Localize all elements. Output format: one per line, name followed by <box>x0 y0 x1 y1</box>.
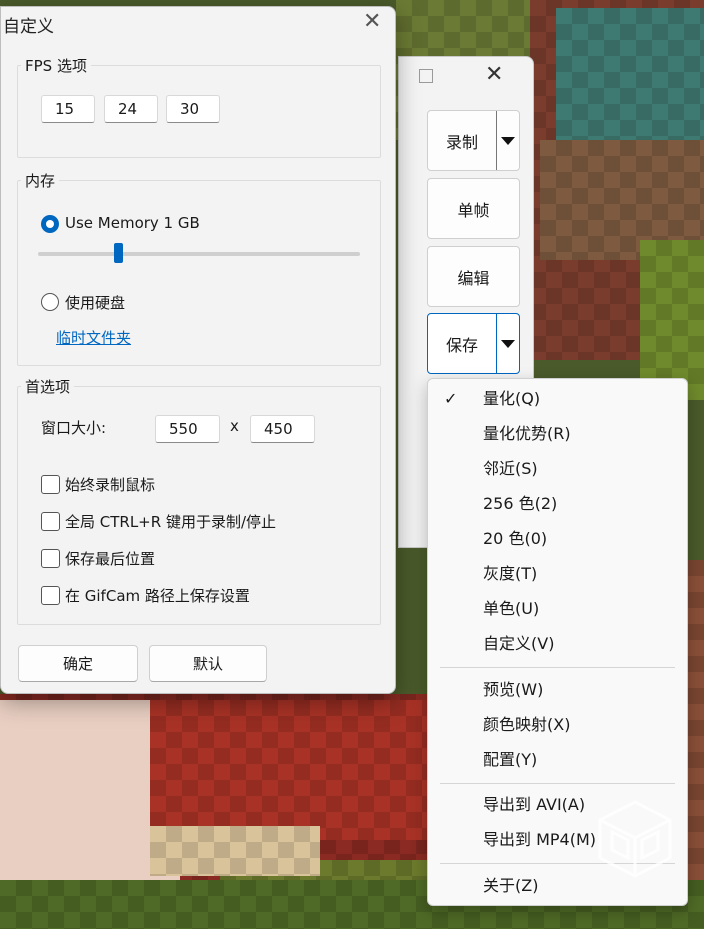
menu-item-label: 关于(Z) <box>483 876 539 895</box>
menu-item-label: 20 色(0) <box>483 529 548 548</box>
fps-field-3[interactable]: 30 <box>166 95 220 123</box>
times-symbol: x <box>230 417 239 435</box>
menu-item-config[interactable]: 配置(Y) <box>428 745 687 775</box>
menu-item-label: 导出到 AVI(A) <box>483 795 586 814</box>
dialog-title: 自定义 <box>3 17 54 37</box>
record-label: 录制 <box>446 132 479 152</box>
record-button[interactable]: 录制 <box>427 110 520 171</box>
single-frame-button[interactable]: 单帧 <box>427 178 520 239</box>
menu-item-20-colors[interactable]: 20 色(0) <box>428 524 687 554</box>
use-memory-radio[interactable] <box>41 215 59 233</box>
checkmark-icon: ✓ <box>444 389 458 408</box>
menu-item-nearest[interactable]: 邻近(S) <box>428 454 687 484</box>
menu-item-grayscale[interactable]: 灰度(T) <box>428 559 687 589</box>
window-height-field[interactable]: 450 <box>250 415 315 443</box>
maximize-icon[interactable] <box>419 69 433 83</box>
save-button[interactable]: 保存 <box>427 313 520 374</box>
custom-settings-dialog: 自定义 ✕ FPS 选项 15 24 30 内存 Use Memory 1 GB… <box>0 6 396 694</box>
global-hotkey-checkbox[interactable] <box>41 512 60 531</box>
menu-item-label: 配置(Y) <box>483 750 538 769</box>
menu-item-label: 量化(Q) <box>483 389 541 408</box>
menu-item-label: 自定义(V) <box>483 634 555 653</box>
use-disk-label: 使用硬盘 <box>65 294 126 312</box>
menu-item-quantize-advantage[interactable]: 量化优势(R) <box>428 419 687 449</box>
menu-item-label: 量化优势(R) <box>483 424 571 443</box>
save-label: 保存 <box>446 335 479 355</box>
menu-separator <box>440 783 675 784</box>
edit-button[interactable]: 编辑 <box>427 246 520 307</box>
close-icon[interactable]: ✕ <box>485 63 503 87</box>
gifcam-titlebar: ✕ <box>399 57 533 97</box>
menu-item-monochrome[interactable]: 单色(U) <box>428 594 687 624</box>
save-settings-path-checkbox[interactable] <box>41 586 60 605</box>
edit-label: 编辑 <box>457 268 490 288</box>
fps-group-label: FPS 选项 <box>21 55 91 76</box>
chevron-down-icon <box>501 339 515 348</box>
menu-item-label: 导出到 MP4(M) <box>483 830 597 849</box>
menu-item-label: 灰度(T) <box>483 564 538 583</box>
default-button[interactable]: 默认 <box>149 645 267 682</box>
use-disk-radio[interactable] <box>41 293 59 311</box>
menu-item-label: 单色(U) <box>483 599 540 618</box>
menu-item-label: 颜色映射(X) <box>483 715 571 734</box>
fps-field-1[interactable]: 15 <box>41 95 95 123</box>
save-position-checkbox[interactable] <box>41 549 60 568</box>
fps-field-2[interactable]: 24 <box>104 95 158 123</box>
menu-item-preview[interactable]: 预览(W) <box>428 675 687 705</box>
record-dropdown-arrow[interactable] <box>496 111 519 170</box>
record-mouse-label: 始终录制鼠标 <box>65 476 156 494</box>
single-frame-label: 单帧 <box>457 200 490 220</box>
menu-item-label: 预览(W) <box>483 680 544 699</box>
menu-item-label: 邻近(S) <box>483 459 538 478</box>
memory-slider-thumb[interactable] <box>114 243 123 263</box>
record-mouse-checkbox[interactable] <box>41 475 60 494</box>
memory-slider[interactable] <box>38 243 360 263</box>
window-size-label: 窗口大小: <box>41 419 107 437</box>
temp-folder-link[interactable]: 临时文件夹 <box>56 327 131 348</box>
use-memory-label: Use Memory 1 GB <box>65 214 200 232</box>
watermark-cube-icon <box>598 800 672 878</box>
save-position-label: 保存最后位置 <box>65 550 156 568</box>
close-icon[interactable]: ✕ <box>363 9 381 34</box>
save-dropdown-arrow[interactable] <box>496 314 519 373</box>
menu-item-label: 256 色(2) <box>483 494 558 513</box>
global-hotkey-label: 全局 CTRL+R 键用于录制/停止 <box>65 513 276 531</box>
save-settings-path-label: 在 GifCam 路径上保存设置 <box>65 587 250 605</box>
menu-item-color-map[interactable]: 颜色映射(X) <box>428 710 687 740</box>
memory-group-label: 内存 <box>21 170 60 191</box>
menu-separator <box>440 667 675 668</box>
ok-button[interactable]: 确定 <box>18 645 138 682</box>
menu-item-quantize[interactable]: ✓ 量化(Q) <box>428 384 687 414</box>
preferences-group-label: 首选项 <box>21 376 75 397</box>
window-width-field[interactable]: 550 <box>155 415 220 443</box>
menu-item-custom[interactable]: 自定义(V) <box>428 629 687 659</box>
chevron-down-icon <box>501 136 515 145</box>
menu-item-256-colors[interactable]: 256 色(2) <box>428 489 687 519</box>
